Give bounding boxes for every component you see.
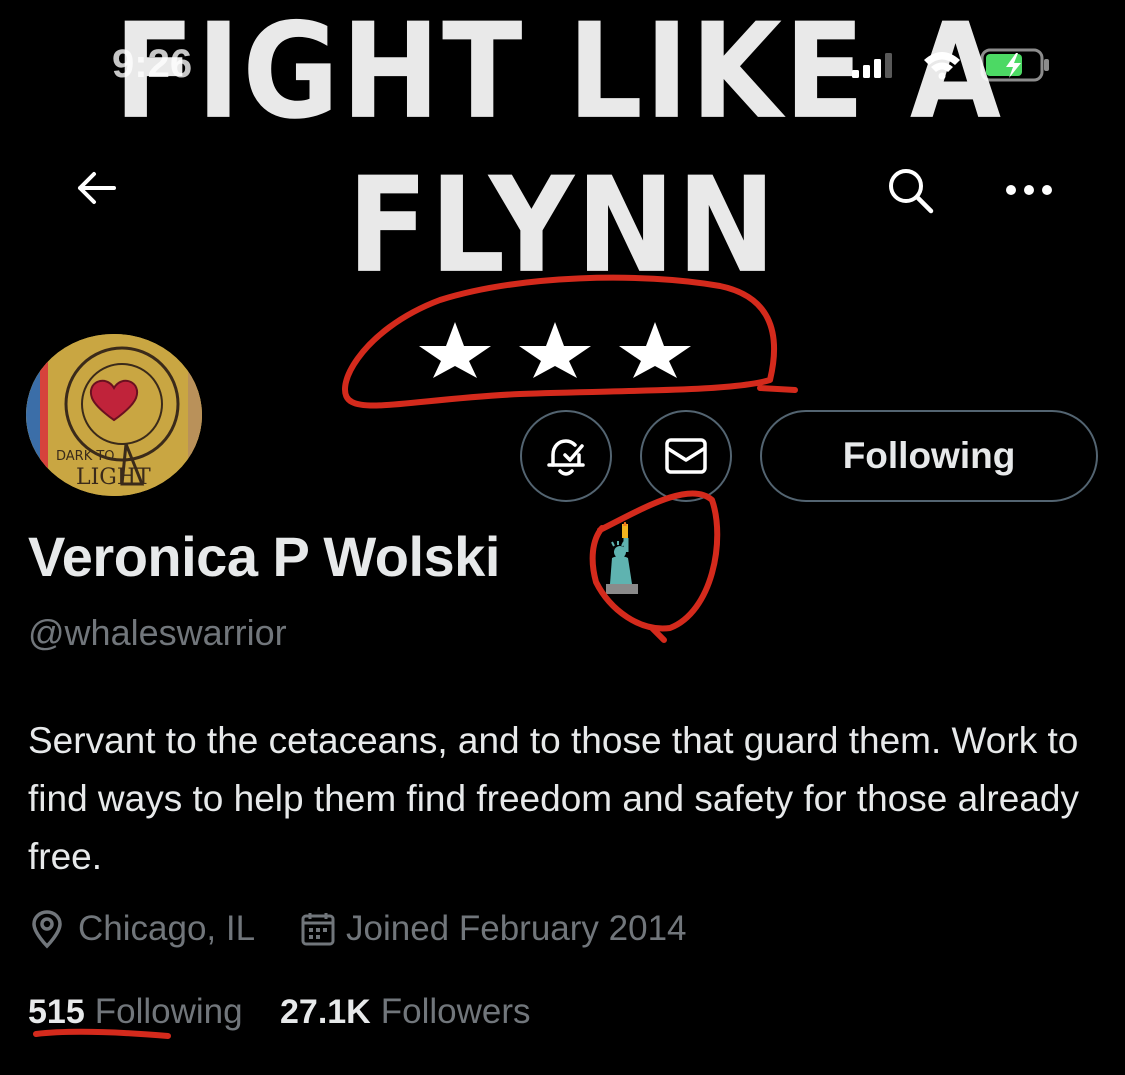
more-button[interactable] [996,160,1062,220]
avatar-text-bottom: LIGHT [76,465,151,490]
cellular-signal-icon [852,53,892,78]
following-button[interactable]: Following [760,410,1098,502]
display-name: Veronica P Wolski [28,525,500,588]
location-pin-icon [30,904,64,954]
following-underline-annotation [33,1028,171,1039]
notifications-button[interactable] [520,410,612,502]
avatar[interactable]: DARK TO LIGHT [26,334,202,496]
profile-join-date: Joined February 2014 [346,909,687,948]
following-count: 515 [28,993,85,1031]
profile-location: Chicago, IL [78,909,256,948]
search-button[interactable] [878,158,944,224]
calendar-icon [300,904,336,954]
search-icon [889,169,934,214]
status-time: 9:26 [112,42,193,86]
envelope-icon [665,438,707,474]
banner-stars [419,322,691,378]
profile-handle: @whaleswarrior [28,612,287,653]
wifi-icon [924,52,960,80]
avatar-image: DARK TO LIGHT [26,334,202,496]
more-icon [1006,185,1052,195]
profile-bio: Servant to the cetaceans, and to those t… [28,720,1079,877]
following-stat[interactable]: 515 Following [28,992,243,1032]
back-arrow-icon [78,172,116,204]
star-icon [519,322,591,378]
bell-check-icon [547,439,585,476]
back-button[interactable] [66,158,126,218]
banner-text-line2: FLYNN [347,147,778,303]
followers-stat[interactable]: 27.1K Followers [280,992,531,1032]
star-icon [619,322,691,378]
battery-icon [980,48,1049,82]
star-icon [419,322,491,378]
followers-count: 27.1K [280,993,371,1031]
followers-label: Followers [380,992,531,1031]
message-button[interactable] [640,410,732,502]
avatar-text-middle: DARK TO [56,449,115,464]
statue-of-liberty-emoji [606,522,638,594]
following-label: Following [94,992,243,1031]
